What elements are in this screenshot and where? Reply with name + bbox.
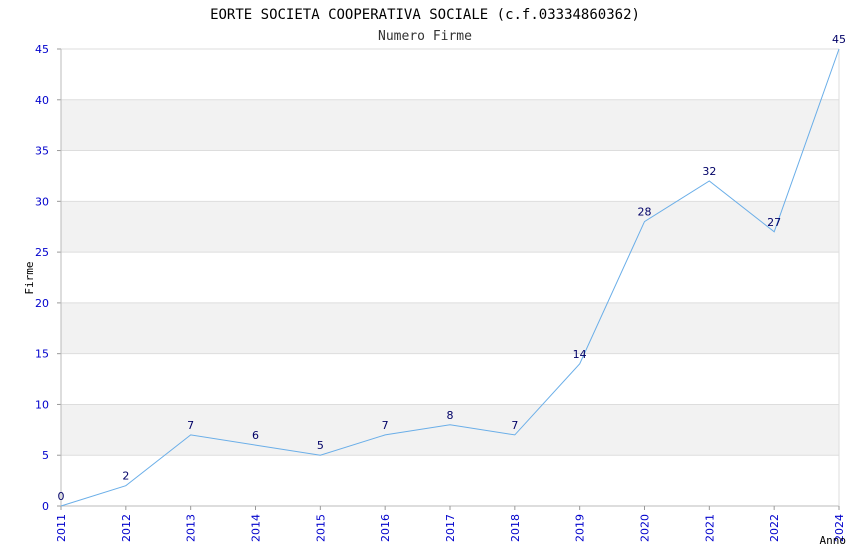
- data-label: 7: [382, 419, 389, 432]
- data-label: 6: [252, 429, 259, 442]
- grid-band: [61, 302, 839, 354]
- x-tick-label: 2017: [444, 514, 457, 542]
- data-label: 0: [58, 490, 65, 503]
- x-axis-label: Anno: [820, 534, 847, 547]
- grid-band: [61, 99, 839, 151]
- y-tick-label: 35: [35, 145, 49, 158]
- y-tick-label: 20: [35, 297, 49, 310]
- background-bands: [61, 99, 839, 456]
- x-tick-label: 2014: [250, 514, 263, 542]
- data-label: 45: [832, 33, 846, 46]
- x-tick-label: 2012: [120, 514, 133, 542]
- x-tick-label: 2015: [314, 514, 327, 542]
- data-label: 14: [573, 348, 587, 361]
- line-chart: 051015202530354045 2011 2012 2013 2014 2015 2…: [23, 7, 847, 547]
- data-label: 7: [187, 419, 194, 432]
- x-tick-label: 2019: [574, 514, 587, 542]
- x-tick-label: 2011: [55, 514, 68, 542]
- x-tick-label: 2018: [509, 514, 522, 542]
- chart-subtitle: Numero Firme: [378, 29, 472, 44]
- x-tick-label: 2021: [703, 514, 716, 542]
- data-label: 5: [317, 439, 324, 452]
- data-label: 7: [511, 419, 518, 432]
- y-tick-label: 10: [35, 398, 49, 411]
- y-tick-label: 15: [35, 348, 49, 361]
- x-tick-label: 2022: [768, 514, 781, 542]
- y-axis-label: Firme: [23, 261, 36, 294]
- chart-title: EORTE SOCIETA COOPERATIVA SOCIALE (c.f.0…: [210, 7, 640, 23]
- y-tick-label: 45: [35, 43, 49, 56]
- y-tick-label: 30: [35, 195, 49, 208]
- data-label: 32: [702, 165, 716, 178]
- data-label: 28: [638, 206, 652, 219]
- data-label: 2: [122, 470, 129, 483]
- x-tick-labels: 2011 2012 2013 2014 2015 2016 2017 2018 2019 2020…: [55, 506, 846, 542]
- x-tick-label: 2013: [185, 514, 198, 542]
- y-tick-label: 0: [42, 500, 49, 513]
- y-tick-labels: 0 5 10 15 20 25 30 35 40 45: [35, 43, 49, 513]
- y-tick-label: 5: [42, 449, 49, 462]
- data-label: 8: [447, 409, 454, 422]
- data-label: 27: [767, 216, 781, 229]
- x-tick-label: 2020: [639, 514, 652, 542]
- x-tick-label: 2016: [379, 514, 392, 542]
- y-tick-label: 40: [35, 94, 49, 107]
- grid-band: [61, 201, 839, 253]
- y-tick-label: 25: [35, 246, 49, 259]
